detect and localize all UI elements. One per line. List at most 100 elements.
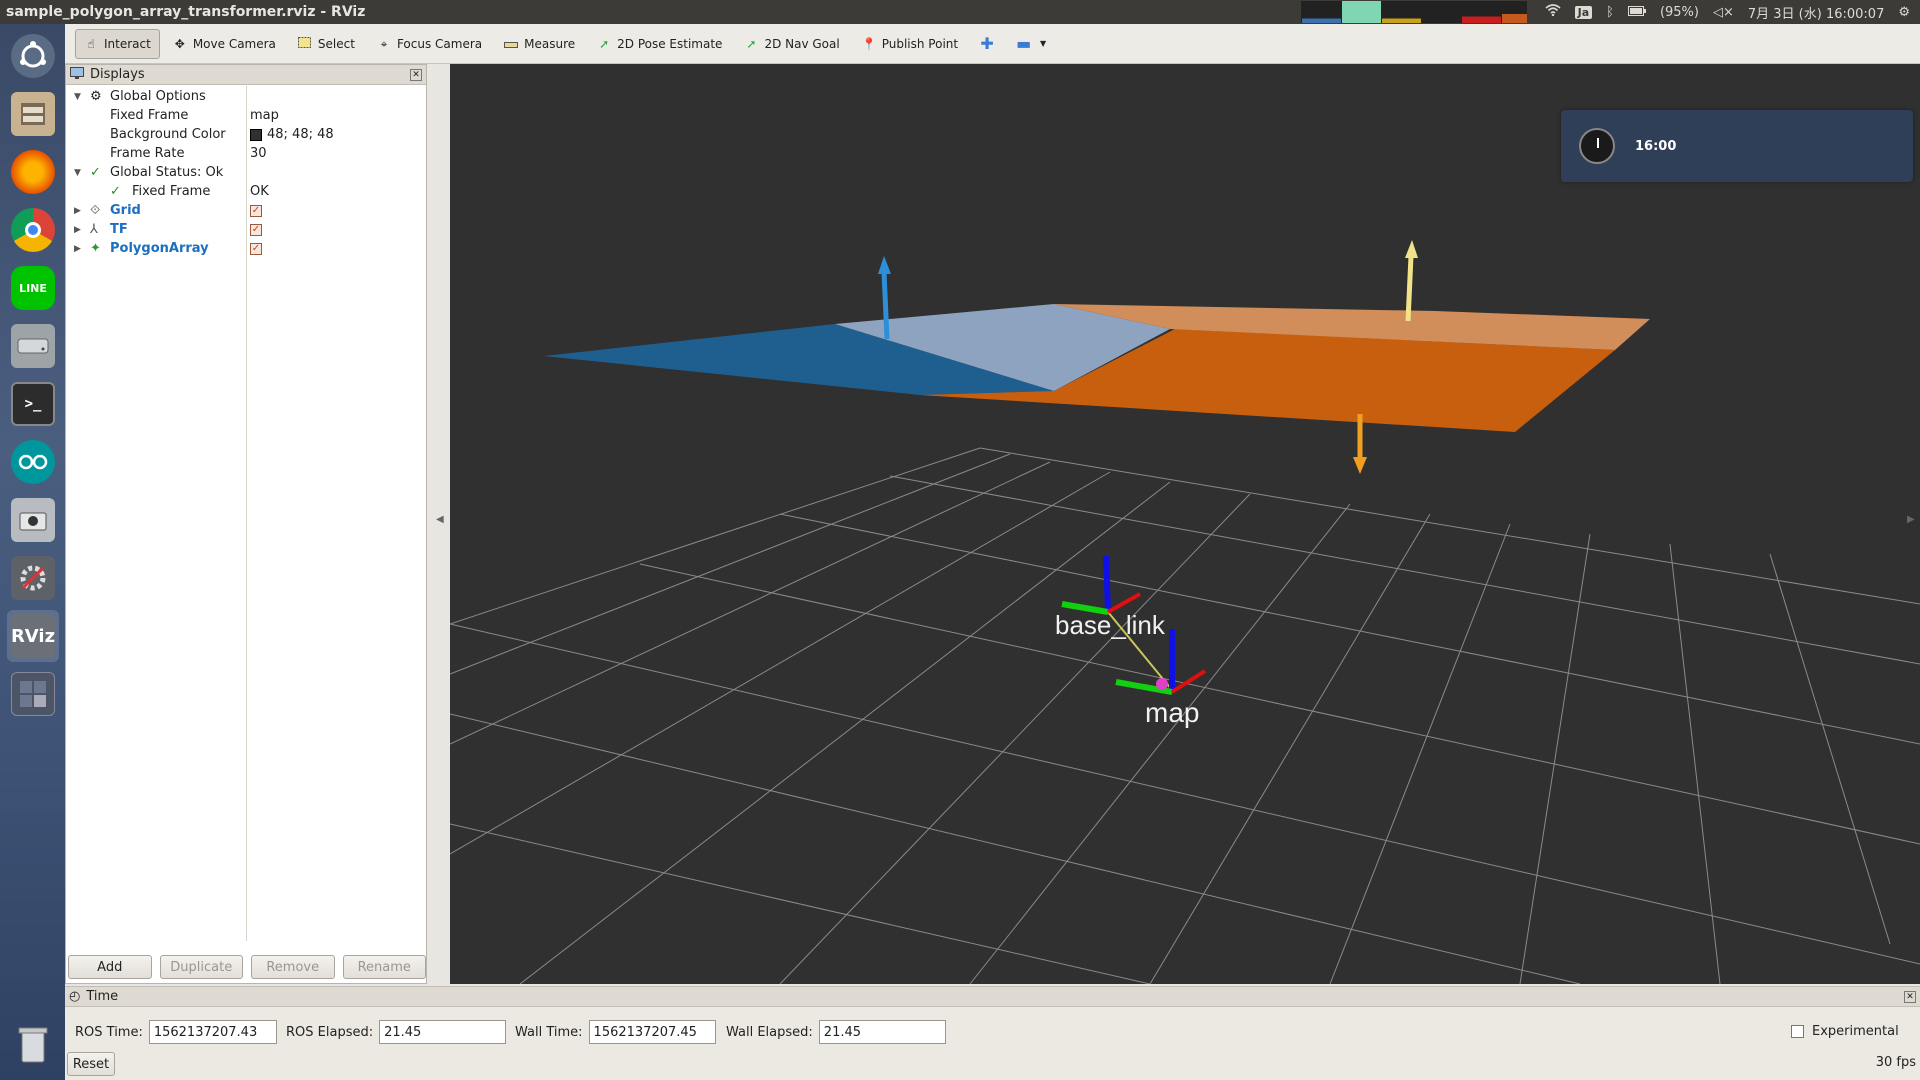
experimental-checkbox[interactable] [1791,1025,1804,1038]
launcher-workspace-switcher-button[interactable] [7,668,59,720]
trash-icon [11,1022,55,1066]
tool-label: Measure [524,36,576,51]
launcher-rviz-button[interactable]: RViz [7,610,59,662]
tool-label: Interact [104,36,151,51]
minus-icon: ▬ [1016,33,1032,53]
property-value[interactable]: 48; 48; 48 [250,127,334,142]
tf-label-map: map [1145,697,1199,728]
time-panel-header: ◴ Time ✕ [65,987,1920,1007]
tf-label-base-link: base_link [1055,610,1166,640]
tree-row-tf[interactable]: ▶ ⅄ TF ✓ [66,220,426,239]
ros-elapsed-field[interactable]: 21.45 [379,1020,507,1044]
launcher-trash-button[interactable] [7,1018,59,1070]
remove-display-button[interactable]: Remove [251,955,335,979]
add-tool-button[interactable]: ✚ [971,29,1003,59]
wifi-icon[interactable] [1545,4,1561,20]
splitter-collapse-left-icon[interactable]: ◀ [436,514,444,525]
tree-row-background-color[interactable]: Background Color 48; 48; 48 [66,125,426,144]
firefox-icon [11,150,55,194]
reset-button[interactable]: Reset [67,1052,115,1076]
launcher-camera-button[interactable] [7,494,59,546]
tree-label: Global Options [110,89,206,104]
launcher-disk-button[interactable] [7,320,59,372]
color-value: 48; 48; 48 [267,127,334,142]
property-value[interactable]: 30 [250,146,267,161]
tool-label: 2D Nav Goal [764,36,840,51]
battery-icon[interactable] [1627,5,1646,20]
wall-elapsed-label: Wall Elapsed: [726,1024,813,1040]
tool-measure[interactable]: Measure [495,29,584,59]
tree-row-polygonarray[interactable]: ▶ ✦ PolygonArray ✓ [66,239,426,258]
tree-row-frame-rate[interactable]: Frame Rate 30 [66,144,426,163]
settings-gear-icon[interactable]: ⚙ [1898,5,1910,20]
input-method-indicator[interactable]: Ja [1574,5,1593,19]
rviz-window: ☝ Interact ✥ Move Camera Select ⌖ Focus … [65,24,1920,1080]
launcher-arduino-button[interactable] [7,436,59,488]
duplicate-display-button[interactable]: Duplicate [159,955,243,979]
enable-checkbox[interactable]: ✓ [250,242,262,255]
select-icon [298,36,312,51]
tool-select[interactable]: Select [289,29,364,59]
file-cabinet-icon [11,92,55,136]
close-panel-icon[interactable]: ✕ [1904,990,1916,1003]
property-value[interactable]: map [250,108,279,123]
tree-row-global-status[interactable]: ▼ ✓ Global Status: Ok [66,163,426,182]
launcher-terminal-button[interactable]: >_ [7,378,59,430]
enable-checkbox[interactable]: ✓ [250,204,262,217]
tool-label: Publish Point [881,36,959,51]
tool-2d-pose-estimate[interactable]: ➚ 2D Pose Estimate [588,29,731,59]
property-value: OK [250,184,269,199]
clock-text[interactable]: 7月 3日 (水) 16:00:07 [1748,3,1884,22]
launcher-chrome-button[interactable] [7,204,59,256]
tool-label: Move Camera [192,36,276,51]
bluetooth-icon[interactable]: ᛒ [1606,5,1614,20]
launcher-firefox-button[interactable] [7,146,59,198]
load-graph [1460,1,1501,23]
rename-display-button[interactable]: Rename [342,955,426,979]
launcher-dash-button[interactable] [7,30,59,82]
tree-label: TF [110,222,128,237]
tree-row-fixed-frame[interactable]: Fixed Frame map [66,106,426,125]
clock-icon [1579,128,1615,164]
ros-elapsed-label: ROS Elapsed: [286,1024,374,1040]
close-panel-icon[interactable]: ✕ [410,68,422,81]
tool-publish-point[interactable]: 📍 Publish Point [853,29,967,59]
system-monitor-graphs[interactable] [1300,1,1527,23]
tool-focus-camera[interactable]: ⌖ Focus Camera [368,29,491,59]
time-panel: ◴ Time ✕ ROS Time: 1562137207.43 ROS Ela… [65,986,1920,1080]
tree-row-grid[interactable]: ▶ ⟐ Grid ✓ [66,201,426,220]
pin-icon: 📍 [861,36,877,51]
tool-move-camera[interactable]: ✥ Move Camera [164,29,285,59]
tree-row-global-options[interactable]: ▼ ⚙ Global Options [66,87,426,106]
add-display-button[interactable]: Add [68,955,152,979]
expand-arrow-icon[interactable]: ▼ [74,92,81,102]
nav-arrow-icon: ➚ [746,36,757,51]
render-3d-view[interactable]: base_link map [450,64,1920,984]
property-key: Background Color [110,127,226,142]
volume-icon[interactable]: ◁× [1713,5,1734,20]
disk-graph [1500,1,1527,23]
wall-elapsed-group: Wall Elapsed: 21.45 [726,1020,946,1044]
arduino-icon [11,440,55,484]
wall-time-field[interactable]: 1562137207.45 [588,1020,716,1044]
collapse-arrow-icon[interactable]: ▶ [74,206,81,216]
remove-tool-button[interactable]: ▬ ▼ [1007,29,1059,59]
battery-percentage: (95%) [1659,4,1699,20]
ros-time-field[interactable]: 1562137207.43 [148,1020,277,1044]
splitter-collapse-right-icon[interactable]: ▶ [1907,514,1915,525]
tool-interact[interactable]: ☝ Interact [75,28,160,59]
collapse-arrow-icon[interactable]: ▶ [74,244,81,254]
notification-time: 16:00 [1635,138,1677,154]
launcher-line-button[interactable]: LINE [7,262,59,314]
launcher-files-button[interactable] [7,88,59,140]
tree-row-status-fixed-frame[interactable]: ✓ Fixed Frame OK [66,182,426,201]
wall-elapsed-field[interactable]: 21.45 [818,1020,946,1044]
tool-toolbar: ☝ Interact ✥ Move Camera Select ⌖ Focus … [65,24,1920,64]
launcher-system-settings-button[interactable] [7,552,59,604]
enable-checkbox[interactable]: ✓ [250,223,262,236]
experimental-toggle[interactable]: Experimental [1791,1024,1899,1039]
tool-2d-nav-goal[interactable]: ➚ 2D Nav Goal [735,29,848,59]
collapse-arrow-icon[interactable]: ▶ [74,225,81,235]
grid-icon: ⟐ [90,203,101,218]
expand-arrow-icon[interactable]: ▼ [74,168,81,178]
